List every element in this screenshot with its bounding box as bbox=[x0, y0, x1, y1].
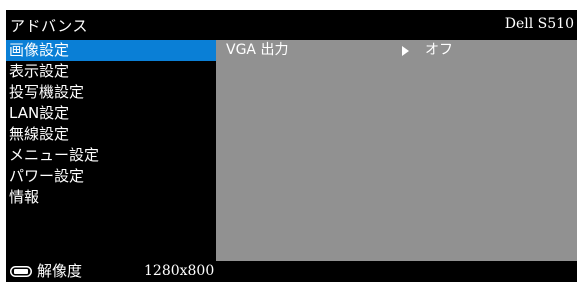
menu-item-label: 画像設定 bbox=[9, 41, 70, 59]
vga-output-value[interactable]: オフ bbox=[425, 40, 453, 61]
resolution-icon bbox=[10, 266, 32, 277]
menu-item-label: 表示設定 bbox=[9, 62, 70, 80]
triangle-right-icon bbox=[402, 46, 409, 56]
menu-item-label: LAN設定 bbox=[9, 104, 70, 122]
projector-osd-menu: アドバンス Dell S510 画像設定 表示設定 投写機設定 LAN設定 無線… bbox=[6, 10, 577, 282]
menu-item-wireless-settings[interactable]: 無線設定 bbox=[6, 124, 216, 145]
menu-item-lan-settings[interactable]: LAN設定 bbox=[6, 103, 216, 124]
menu-header: アドバンス Dell S510 bbox=[6, 10, 577, 40]
menu-item-menu-settings[interactable]: メニュー設定 bbox=[6, 145, 216, 166]
vga-output-row[interactable]: VGA 出力 オフ bbox=[216, 40, 577, 61]
resolution-value: 1280x800 bbox=[144, 263, 215, 279]
settings-panel: VGA 出力 オフ bbox=[216, 40, 577, 261]
menu-item-projector-settings[interactable]: 投写機設定 bbox=[6, 82, 216, 103]
vga-output-label: VGA 出力 bbox=[226, 42, 289, 58]
menu-item-power-settings[interactable]: パワー設定 bbox=[6, 166, 216, 187]
menu-sidebar: 画像設定 表示設定 投写機設定 LAN設定 無線設定 メニュー設定 パワー設定 … bbox=[6, 40, 216, 261]
resolution-label: 解像度 bbox=[37, 262, 83, 280]
menu-item-label: メニュー設定 bbox=[9, 146, 100, 164]
projector-model: Dell S510 bbox=[504, 16, 574, 32]
menu-item-information[interactable]: 情報 bbox=[6, 187, 216, 208]
menu-item-label: 情報 bbox=[9, 188, 40, 206]
status-footer: 解像度 1280x800 bbox=[6, 261, 577, 282]
menu-item-image-settings[interactable]: 画像設定 bbox=[6, 40, 216, 61]
menu-item-label: パワー設定 bbox=[9, 167, 85, 185]
menu-item-label: 投写機設定 bbox=[9, 83, 85, 101]
menu-item-label: 無線設定 bbox=[9, 125, 70, 143]
menu-title: アドバンス bbox=[10, 17, 88, 35]
menu-item-display-settings[interactable]: 表示設定 bbox=[6, 61, 216, 82]
